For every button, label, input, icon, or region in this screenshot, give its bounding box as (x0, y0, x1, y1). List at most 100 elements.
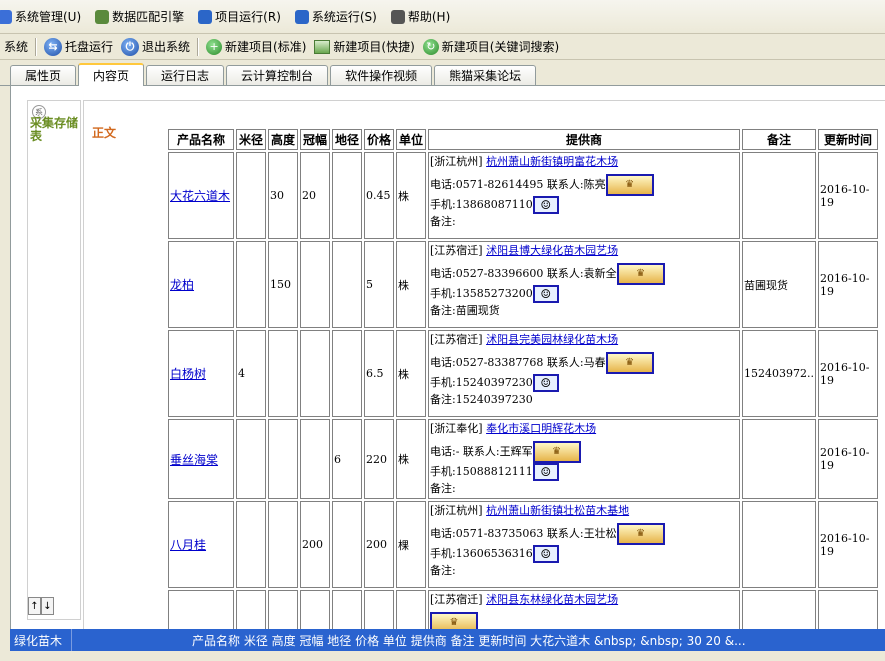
column-header[interactable]: 冠幅 (300, 129, 330, 150)
supplier-mobile: 手机:13606536316 (430, 547, 533, 560)
update-date-cell: 2016-10-19 (817, 330, 878, 417)
arrow-up-icon[interactable]: ↑ (28, 597, 41, 615)
qq-chat-icon[interactable]: ☺ (532, 545, 559, 563)
supplier-link[interactable]: 杭州萧山新街镇壮松苗木基地 (486, 504, 629, 517)
new-project-keyword-button[interactable]: ↻ 新建项目(关键词搜索) (419, 36, 563, 58)
toolbar: 系统 ⇆ 托盘运行 ⏻ 退出系统 + 新建项目(标准) 新建项目(快捷) ↻ 新建项目(… (0, 34, 885, 60)
menu-item-label: 项目运行(R) (215, 10, 281, 24)
supplier-line: [浙江杭州] 杭州萧山新街镇明富花木场 (430, 154, 738, 170)
vip-crown-icon[interactable]: ♛ (616, 263, 665, 285)
table-row: 龙柏 150 5 株 [江苏宿迁] 沭阳县博大绿化苗木园艺场 电话:0527-833966… (168, 241, 878, 328)
supplier-mobile: 手机:13868087110 (430, 198, 533, 211)
main-content-pane: 正文 产品名称 米径 高度 冠幅 地径 价格 单位 提供商 备注 更新时间 大花六道木 30 20 0.… (83, 100, 885, 629)
supplier-line: 电话:0527-83387768 联系人:马春 ♛ (430, 352, 738, 374)
vip-crown-icon[interactable]: ♛ (605, 352, 654, 374)
menu-item-0[interactable]: 系统管理(U) (0, 6, 85, 28)
chart-icon (95, 9, 110, 24)
system-label: 系统 (4, 40, 29, 54)
menu-item-label: 数据匹配引擎 (112, 10, 185, 24)
product-name-link[interactable]: 垂丝海棠 (170, 453, 218, 467)
qq-chat-icon[interactable]: ☺ (532, 463, 559, 481)
globe-icon (198, 9, 213, 24)
new-project-standard-button[interactable]: + 新建项目(标准) (202, 36, 310, 58)
unit-cell: 株 (396, 241, 426, 328)
column-header[interactable]: 更新时间 (817, 129, 878, 150)
height-cell (268, 419, 298, 499)
menu-item-2[interactable]: 项目运行(R) (194, 6, 285, 28)
supplier-note: 备注:15240397230 (430, 393, 533, 406)
toolbar-separator (35, 37, 38, 56)
supplier-region: [浙江杭州] (430, 155, 483, 168)
column-header[interactable]: 产品名称 (168, 129, 234, 150)
tab-1[interactable]: 内容页 (78, 63, 145, 86)
column-header[interactable]: 米径 (236, 129, 266, 150)
content-page: 系 采集存储表 ↑ ↓ 正文 产品名称 米径 高度 冠幅 地径 价格 单位 提供商 备注 更新时间… (10, 86, 885, 629)
tab-4[interactable]: 软件操作视频 (330, 65, 433, 85)
qq-chat-icon[interactable]: ☺ (532, 374, 559, 392)
menu-bar: 系统管理(U) 数据匹配引擎 项目运行(R) 系统运行(S) 帮助(H) (0, 0, 885, 34)
supplier-cell: [浙江杭州] 杭州萧山新街镇明富花木场 电话:0571-82614495 联系人:… (428, 152, 740, 239)
remark-cell: 苗圃现货 (742, 241, 816, 328)
product-name-cell: 八月桂 (168, 501, 234, 588)
price-cell: 6.5 (364, 330, 394, 417)
tab-5[interactable]: 熊猫采集论坛 (434, 65, 537, 85)
column-header[interactable]: 价格 (364, 129, 394, 150)
remark-cell: 152403972.. (742, 330, 816, 417)
supplier-link[interactable]: 沭阳县博大绿化苗木园艺场 (486, 244, 618, 257)
tab-0[interactable]: 属性页 (10, 65, 77, 85)
table-row: 白杨树 4 6.5 株 [江苏宿迁] 沭阳县完美园林绿化苗木场 电话:0527-83387… (168, 330, 878, 417)
supplier-line: [江苏宿迁] 沭阳县博大绿化苗木园艺场 (430, 243, 738, 259)
product-name-link[interactable]: 八月桂 (170, 538, 206, 552)
price-cell (364, 590, 394, 629)
column-header[interactable]: 高度 (268, 129, 298, 150)
supplier-line: [浙江杭州] 杭州萧山新街镇壮松苗木基地 (430, 503, 738, 519)
product-name-cell (168, 590, 234, 629)
vip-crown-icon[interactable]: ♛ (605, 174, 654, 196)
arrow-down-icon[interactable]: ↓ (41, 597, 54, 615)
menu-item-4[interactable]: 帮助(H) (387, 6, 454, 28)
column-header[interactable]: 提供商 (428, 129, 740, 150)
menu-item-1[interactable]: 数据匹配引擎 (91, 6, 188, 28)
height-cell: 30 (268, 152, 298, 239)
project-icon (314, 39, 331, 54)
system-button[interactable]: 系统 (0, 36, 32, 58)
table-row: 八月桂 200 200 棵 [浙江杭州] 杭州萧山新街镇壮松苗木基地 电话:0571-83… (168, 501, 878, 588)
product-name-link[interactable]: 白杨树 (170, 367, 206, 381)
crown-cell (300, 330, 330, 417)
vip-crown-icon[interactable]: ♛ (616, 523, 665, 545)
diameter-cell (236, 241, 266, 328)
exit-label: 退出系统 (142, 40, 191, 54)
diameter-cell (236, 590, 266, 629)
vip-crown-icon[interactable]: ♛ (532, 441, 581, 463)
table-row: 垂丝海棠 6 220 株 [浙江奉化] 奉化市溪口明辉花木场 电话:- 联系人:王辉军 ♛ 手… (168, 419, 878, 499)
product-name-link[interactable]: 大花六道木 (170, 189, 230, 203)
height-cell (268, 501, 298, 588)
height-cell: 150 (268, 241, 298, 328)
supplier-region: [江苏宿迁] (430, 244, 483, 257)
tab-2[interactable]: 运行日志 (146, 65, 225, 85)
ground-diameter-cell (332, 590, 362, 629)
exit-button[interactable]: ⏻ 退出系统 (117, 36, 194, 58)
column-header[interactable]: 地径 (332, 129, 362, 150)
ground-diameter-cell: 6 (332, 419, 362, 499)
menu-item-3[interactable]: 系统运行(S) (291, 6, 381, 28)
tab-strip: 属性页 内容页 运行日志 云计算控制台 软件操作视频 熊猫采集论坛 (0, 60, 885, 86)
column-header[interactable]: 备注 (742, 129, 816, 150)
column-header[interactable]: 单位 (396, 129, 426, 150)
qq-chat-icon[interactable]: ☺ (532, 196, 559, 214)
supplier-link[interactable]: 沭阳县完美园林绿化苗木场 (486, 333, 618, 346)
supplier-line: ♛ (430, 612, 738, 629)
vip-crown-icon[interactable]: ♛ (430, 612, 478, 629)
qq-chat-icon[interactable]: ☺ (532, 285, 559, 303)
crown-cell (300, 590, 330, 629)
tray-run-button[interactable]: ⇆ 托盘运行 (40, 36, 117, 58)
new-project-quick-button[interactable]: 新建项目(快捷) (310, 36, 418, 58)
sort-arrows: ↑ ↓ (28, 597, 54, 615)
supplier-mobile: 手机:15088812111 (430, 465, 533, 478)
price-cell: 200 (364, 501, 394, 588)
supplier-link[interactable]: 沭阳县东林绿化苗木园艺场 (486, 593, 618, 606)
supplier-link[interactable]: 奉化市溪口明辉花木场 (486, 422, 596, 435)
supplier-link[interactable]: 杭州萧山新街镇明富花木场 (486, 155, 618, 168)
product-name-link[interactable]: 龙柏 (170, 278, 194, 292)
tab-3[interactable]: 云计算控制台 (226, 65, 329, 85)
